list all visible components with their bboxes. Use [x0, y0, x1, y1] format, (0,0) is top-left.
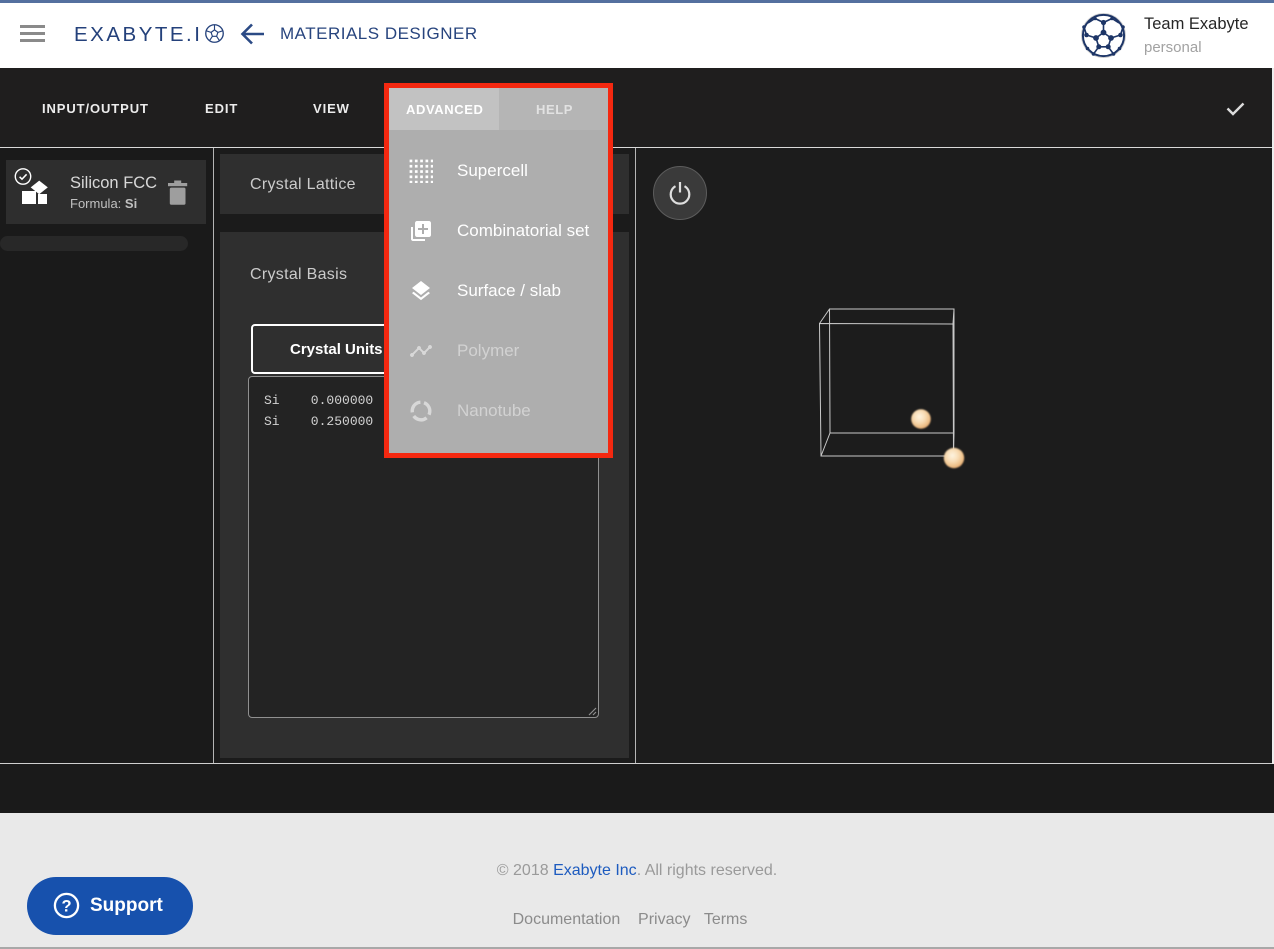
svg-text:?: ?	[61, 898, 71, 916]
